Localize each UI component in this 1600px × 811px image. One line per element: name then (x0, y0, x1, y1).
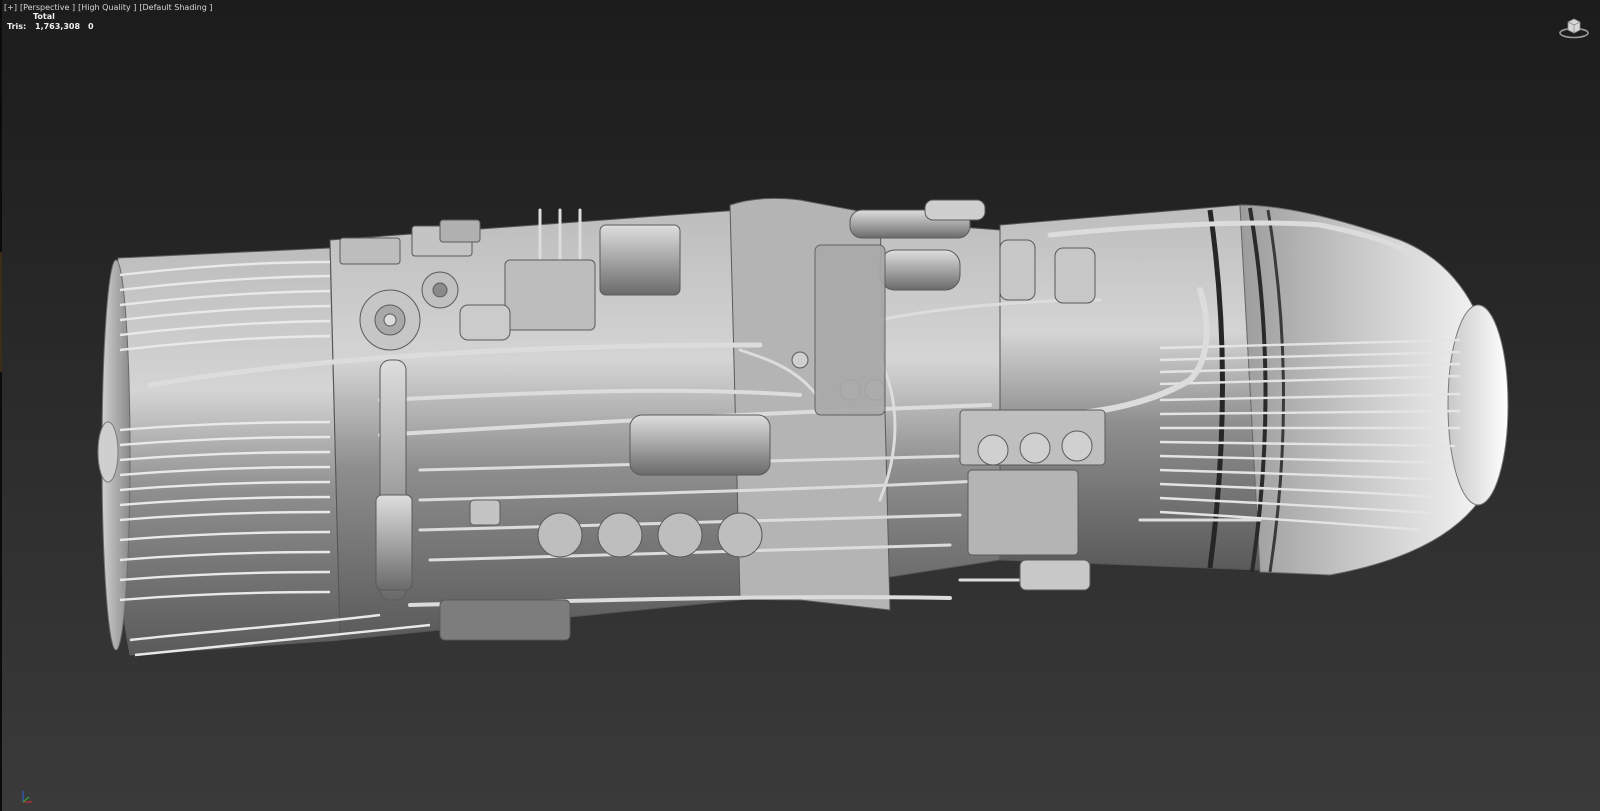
viewport-quality-menu[interactable]: [High Quality ] (78, 2, 136, 13)
perspective-viewport[interactable]: [+] [Perspective ] [High Quality ] [Defa… (0, 0, 1600, 811)
engine-core-casing (97, 197, 1509, 656)
stats-total-header: Total (33, 12, 55, 21)
viewport-shading-menu[interactable]: [Default Shading ] (139, 2, 212, 13)
viewcube-icon[interactable] (1558, 16, 1590, 40)
stats-tris-selected: 0 (88, 22, 94, 31)
viewport-general-menu[interactable]: [+] (4, 2, 17, 13)
jet-engine-model[interactable] (0, 0, 1600, 811)
stats-tris-total: 1,763,308 (35, 22, 81, 31)
stats-tris-row: Tris: 1,763,308 0 (7, 22, 94, 32)
stats-tris-label: Tris: (7, 22, 27, 31)
axis-tripod-icon (18, 786, 38, 806)
